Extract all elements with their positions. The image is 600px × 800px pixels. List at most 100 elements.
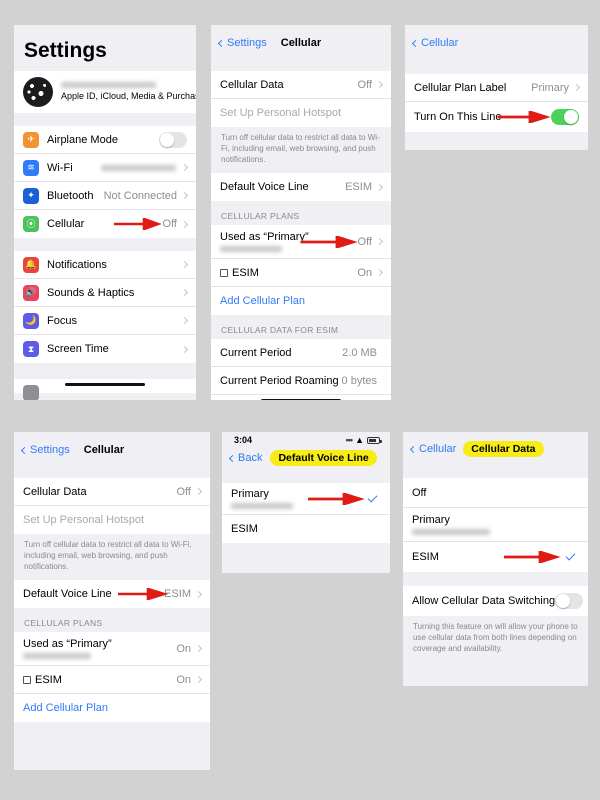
row-value: Off [357, 235, 372, 248]
navbar: Settings Cellular [211, 25, 391, 61]
chevron-right-icon [180, 260, 189, 269]
option-primary[interactable]: Primary [403, 508, 588, 542]
sim-card-icon [23, 675, 31, 684]
cellular-data-footnote: Turn off cellular data to restrict all d… [211, 127, 391, 174]
chevron-left-icon [409, 445, 418, 453]
chevron-right-icon [180, 288, 189, 297]
row-label: Primary [412, 514, 450, 526]
spacer [14, 238, 196, 251]
back-button-settings[interactable]: Settings [20, 444, 70, 456]
nav-title: Cellular [280, 37, 322, 49]
back-button-cellular[interactable]: Cellular [411, 37, 458, 49]
back-button[interactable]: Back [228, 452, 263, 464]
row-cellular-data[interactable]: Cellular Data Off [211, 71, 391, 99]
panel-settings-root: Settings Apple ID, iCloud, Media & Purch… [14, 25, 196, 400]
row-value: Off [176, 485, 191, 498]
spacer [211, 61, 391, 71]
chevron-left-icon [217, 39, 226, 47]
sidebar-item-cellular[interactable]: ⦿ Cellular Off [14, 210, 196, 238]
back-button-settings[interactable]: Settings [217, 37, 267, 49]
row-cellular-data[interactable]: Cellular Data Off [14, 478, 210, 506]
row-label: Turn On This Line [414, 111, 502, 123]
option-off[interactable]: Off [403, 478, 588, 508]
apple-id-row[interactable]: Apple ID, iCloud, Media & Purchases [14, 71, 196, 113]
voice-line-group: Default Voice Line ESIM [211, 173, 391, 202]
row-label: Default Voice Line [220, 181, 309, 194]
navbar: Back Default Voice Line [222, 445, 390, 471]
chevron-right-icon [375, 183, 384, 191]
navbar: Cellular Cellular Data [403, 432, 588, 466]
row-label: Cellular Data [23, 485, 87, 498]
back-button-cellular[interactable]: Cellular [409, 443, 456, 455]
voice-line-group: Default Voice Line ESIM [14, 580, 210, 609]
sidebar-item-sounds-haptics[interactable]: 🔊 Sounds & Haptics [14, 279, 196, 307]
signal-icon: ••• [345, 435, 354, 445]
turn-on-line-toggle[interactable] [551, 109, 579, 125]
row-label: Wi-Fi [47, 161, 73, 174]
row-label: Current Period [220, 346, 292, 359]
focus-icon: 🌙 [23, 312, 39, 329]
row-label: ESIM [232, 266, 259, 279]
partial-app-icon [23, 385, 39, 400]
panel-cellular-on: Settings Cellular Cellular Data Off Set … [14, 432, 210, 770]
row-personal-hotspot[interactable]: Set Up Personal Hotspot [211, 99, 391, 127]
nav-title-highlighted: Default Voice Line [270, 450, 377, 466]
sidebar-item-focus[interactable]: 🌙 Focus [14, 307, 196, 335]
option-esim[interactable]: ESIM [222, 515, 390, 543]
row-value: 2.0 MB [342, 346, 377, 359]
sidebar-item-screen-time[interactable]: ⧗ Screen Time [14, 335, 196, 363]
panel-plan-detail: Cellular Cellular Plan Label Primary Tur… [405, 25, 588, 150]
row-value: 0 bytes [341, 374, 377, 387]
spacer [403, 572, 588, 586]
sidebar-item-airplane-mode[interactable]: ✈ Airplane Mode [14, 126, 196, 154]
cellular-icon: ⦿ [23, 216, 39, 232]
sidebar-item-bluetooth[interactable]: ✦ Bluetooth Not Connected [14, 182, 196, 210]
section-header-cellular-plans: CELLULAR PLANS [14, 608, 210, 633]
panel-cellular-off: Settings Cellular Cellular Data Off Set … [211, 25, 391, 400]
row-turn-on-this-line[interactable]: Turn On This Line [405, 102, 588, 132]
screen-time-icon: ⧗ [23, 341, 39, 357]
airplane-mode-toggle[interactable] [159, 131, 187, 148]
row-allow-data-switching[interactable]: Allow Cellular Data Switching [403, 586, 588, 616]
row-current-period: Current Period 2.0 MB [211, 339, 391, 368]
option-primary[interactable]: Primary [222, 483, 390, 515]
data-switching-toggle[interactable] [555, 593, 584, 609]
row-label: Cellular Data [220, 78, 284, 91]
row-used-as-primary[interactable]: Used as “Primary” Off [211, 225, 391, 260]
row-label: Cellular Plan Label [414, 81, 507, 94]
account-name-redacted [61, 81, 156, 88]
row-label: Airplane Mode [47, 133, 118, 146]
home-indicator [65, 383, 145, 386]
row-cellular-plan-label[interactable]: Cellular Plan Label Primary [405, 74, 588, 102]
sim-card-icon [220, 268, 228, 277]
chevron-right-icon [180, 163, 189, 172]
sidebar-item-wifi[interactable]: ≋ Wi-Fi [14, 154, 196, 182]
row-default-voice-line[interactable]: Default Voice Line ESIM [211, 173, 391, 202]
account-group: Apple ID, iCloud, Media & Purchases [14, 71, 196, 113]
option-sub-redacted [412, 529, 490, 535]
chevron-left-icon [228, 454, 237, 462]
row-label: Notifications [47, 258, 107, 271]
row-add-cellular-plan[interactable]: Add Cellular Plan [14, 694, 210, 723]
row-value: Primary [531, 81, 569, 94]
row-add-cellular-plan[interactable]: Add Cellular Plan [211, 287, 391, 316]
option-esim[interactable]: ESIM [403, 542, 588, 572]
spacer [14, 363, 196, 379]
nav-title-highlighted: Cellular Data [463, 441, 544, 457]
row-value: Off [162, 218, 177, 230]
row-used-as-primary[interactable]: Used as “Primary” On [14, 632, 210, 667]
page-title: Settings [14, 25, 196, 71]
panel-default-voice-line: 3:04 ••• ▲ Back Default Voice Line Prima… [222, 432, 390, 573]
row-esim[interactable]: ESIM On [14, 666, 210, 695]
row-label: Allow Cellular Data Switching [412, 595, 556, 607]
back-label: Settings [30, 444, 70, 456]
row-default-voice-line[interactable]: Default Voice Line ESIM [14, 580, 210, 609]
row-label: Used as “Primary” [23, 638, 112, 651]
row-value: ESIM [164, 588, 191, 601]
row-personal-hotspot[interactable]: Set Up Personal Hotspot [14, 506, 210, 534]
row-esim[interactable]: ESIM On [211, 259, 391, 288]
sidebar-item-notifications[interactable]: 🔔 Notifications [14, 251, 196, 279]
chevron-right-icon [194, 487, 203, 496]
airplane-icon: ✈ [23, 131, 39, 148]
back-label: Back [238, 452, 263, 464]
